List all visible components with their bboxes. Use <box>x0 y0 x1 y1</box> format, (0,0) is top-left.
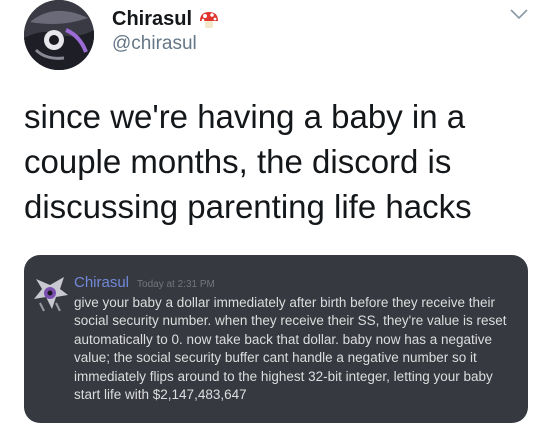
mushroom-icon <box>198 10 220 30</box>
discord-message-text: give your baby a dollar immediately afte… <box>74 295 507 403</box>
tweet-card: Chirasul @chirasul since we're having a … <box>0 0 552 439</box>
discord-timestamp: Today at 2:31 PM <box>137 279 215 290</box>
discord-author[interactable]: Chirasul <box>74 274 129 291</box>
discord-avatar <box>30 271 72 313</box>
chevron-down-icon[interactable] <box>508 6 530 22</box>
display-name[interactable]: Chirasul <box>112 8 220 31</box>
user-avatar[interactable] <box>24 0 94 70</box>
tweet-text: since we're having a baby in a couple mo… <box>24 98 472 225</box>
discord-message-header: Chirasul Today at 2:31 PM <box>74 274 215 291</box>
discord-message-screenshot: Chirasul Today at 2:31 PM give your baby… <box>24 255 528 423</box>
user-handle[interactable]: @chirasul <box>112 33 197 55</box>
display-name-text[interactable]: Chirasul <box>112 8 192 31</box>
